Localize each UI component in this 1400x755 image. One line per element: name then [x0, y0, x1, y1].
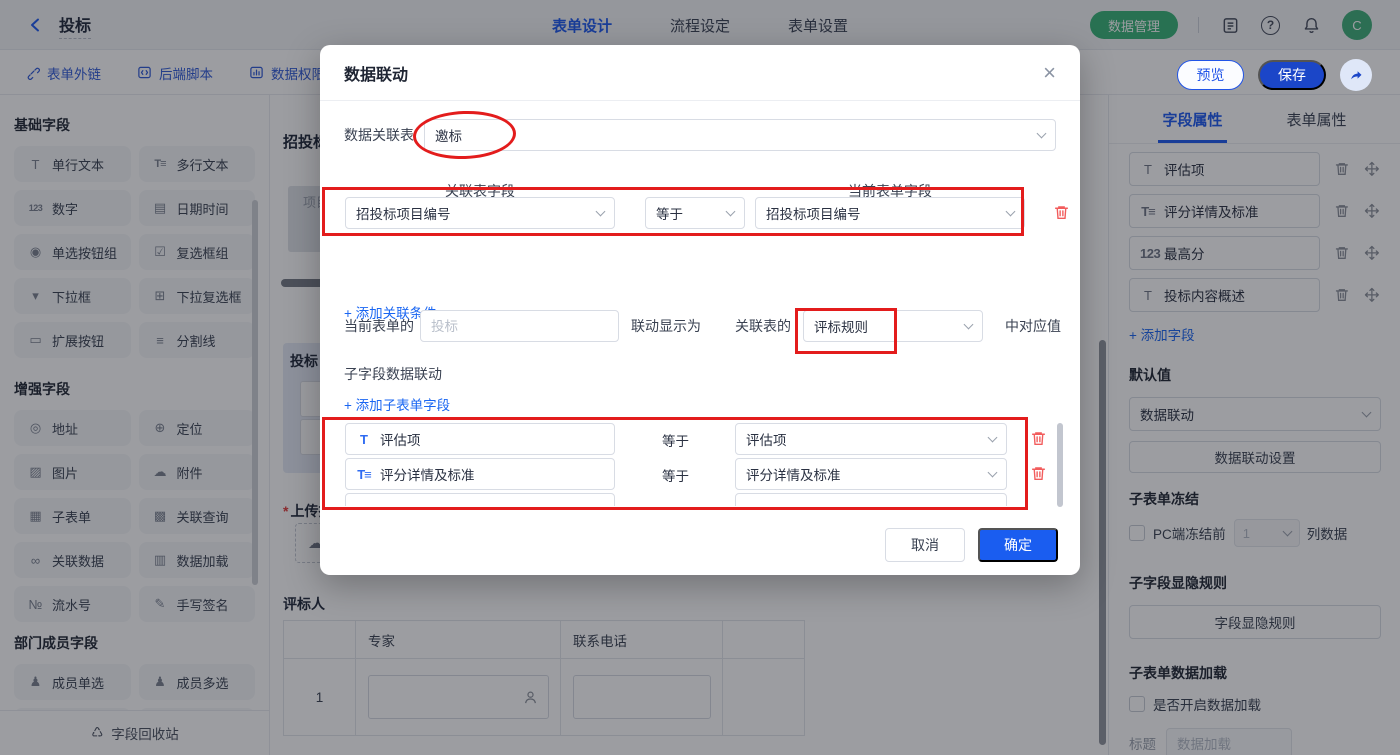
link-table-select[interactable]: 邀标 — [424, 119, 1056, 151]
linked-field-select[interactable]: 评标规则 — [803, 310, 983, 342]
subfield-left-box[interactable]: T 评估项 — [345, 423, 615, 455]
subfield-linkage-row: T≡ 评分详情及标准 等于 评分详情及标准 — [344, 458, 1046, 490]
current-field-input[interactable] — [420, 310, 619, 342]
multi-line-text-icon: T≡ — [357, 466, 372, 482]
equals-label: 等于 — [662, 434, 689, 449]
chevron-down-icon — [963, 319, 974, 329]
save-button[interactable]: 保存 — [1258, 60, 1326, 90]
cancel-button[interactable]: 取消 — [885, 528, 965, 562]
display-of-table: 关联表的 — [735, 318, 791, 334]
share-icon — [1351, 71, 1362, 80]
chevron-down-icon — [987, 432, 998, 442]
condition-left-select[interactable]: 招投标项目编号 — [345, 197, 615, 229]
close-icon[interactable]: × — [1043, 61, 1056, 84]
subfield-linkage-title: 子字段数据联动 — [344, 366, 442, 382]
condition-right-select[interactable]: 招投标项目编号 — [755, 197, 1025, 229]
equals-label: 等于 — [662, 469, 689, 484]
add-subform-field-link[interactable]: + 添加子表单字段 — [344, 394, 450, 414]
subfield-right-select[interactable]: 评分详情及标准 — [735, 458, 1007, 490]
delete-subfield-icon[interactable] — [1030, 430, 1046, 447]
condition-operator-select[interactable]: 等于 — [645, 197, 745, 229]
link-condition-row: 招投标项目编号 等于 招投标项目编号 — [344, 197, 1069, 229]
display-middle: 联动显示为 — [631, 318, 701, 334]
chevron-down-icon — [595, 206, 606, 216]
data-linkage-modal: 数据联动 × 数据关联表 邀标 关联表字段 当前表单字段 招投标项目编号 等于 … — [320, 45, 1080, 575]
single-line-text-icon: T — [360, 431, 368, 447]
delete-subfield-icon[interactable] — [1030, 465, 1046, 482]
chevron-down-icon — [725, 206, 736, 216]
preview-button[interactable]: 预览 — [1177, 60, 1244, 90]
chevron-down-icon — [987, 467, 998, 477]
share-button[interactable] — [1340, 59, 1372, 91]
subfield-linkage-row: T 评估项 等于 评估项 — [344, 423, 1046, 455]
subfield-left-box[interactable] — [345, 493, 615, 506]
display-prefix: 当前表单的 — [344, 318, 414, 334]
subfield-right-select[interactable]: 评估项 — [735, 423, 1007, 455]
subfield-left-box[interactable]: T≡ 评分详情及标准 — [345, 458, 615, 490]
modal-title: 数据联动 — [344, 66, 409, 84]
modal-list-scrollbar[interactable] — [1057, 423, 1063, 507]
subfield-linkage-list: T 评估项 等于 评估项 T≡ 评分详情及标准 等于 评分详情及标准 — [344, 423, 1046, 506]
chevron-down-icon — [1005, 206, 1016, 216]
display-suffix: 中对应值 — [1005, 318, 1061, 334]
chevron-down-icon — [1036, 128, 1047, 138]
subfield-linkage-row-partial — [344, 493, 1046, 506]
subfield-right-select[interactable] — [735, 493, 1007, 506]
confirm-button[interactable]: 确定 — [978, 528, 1058, 562]
link-table-label: 数据关联表 — [344, 127, 414, 143]
delete-condition-icon[interactable] — [1053, 204, 1070, 221]
